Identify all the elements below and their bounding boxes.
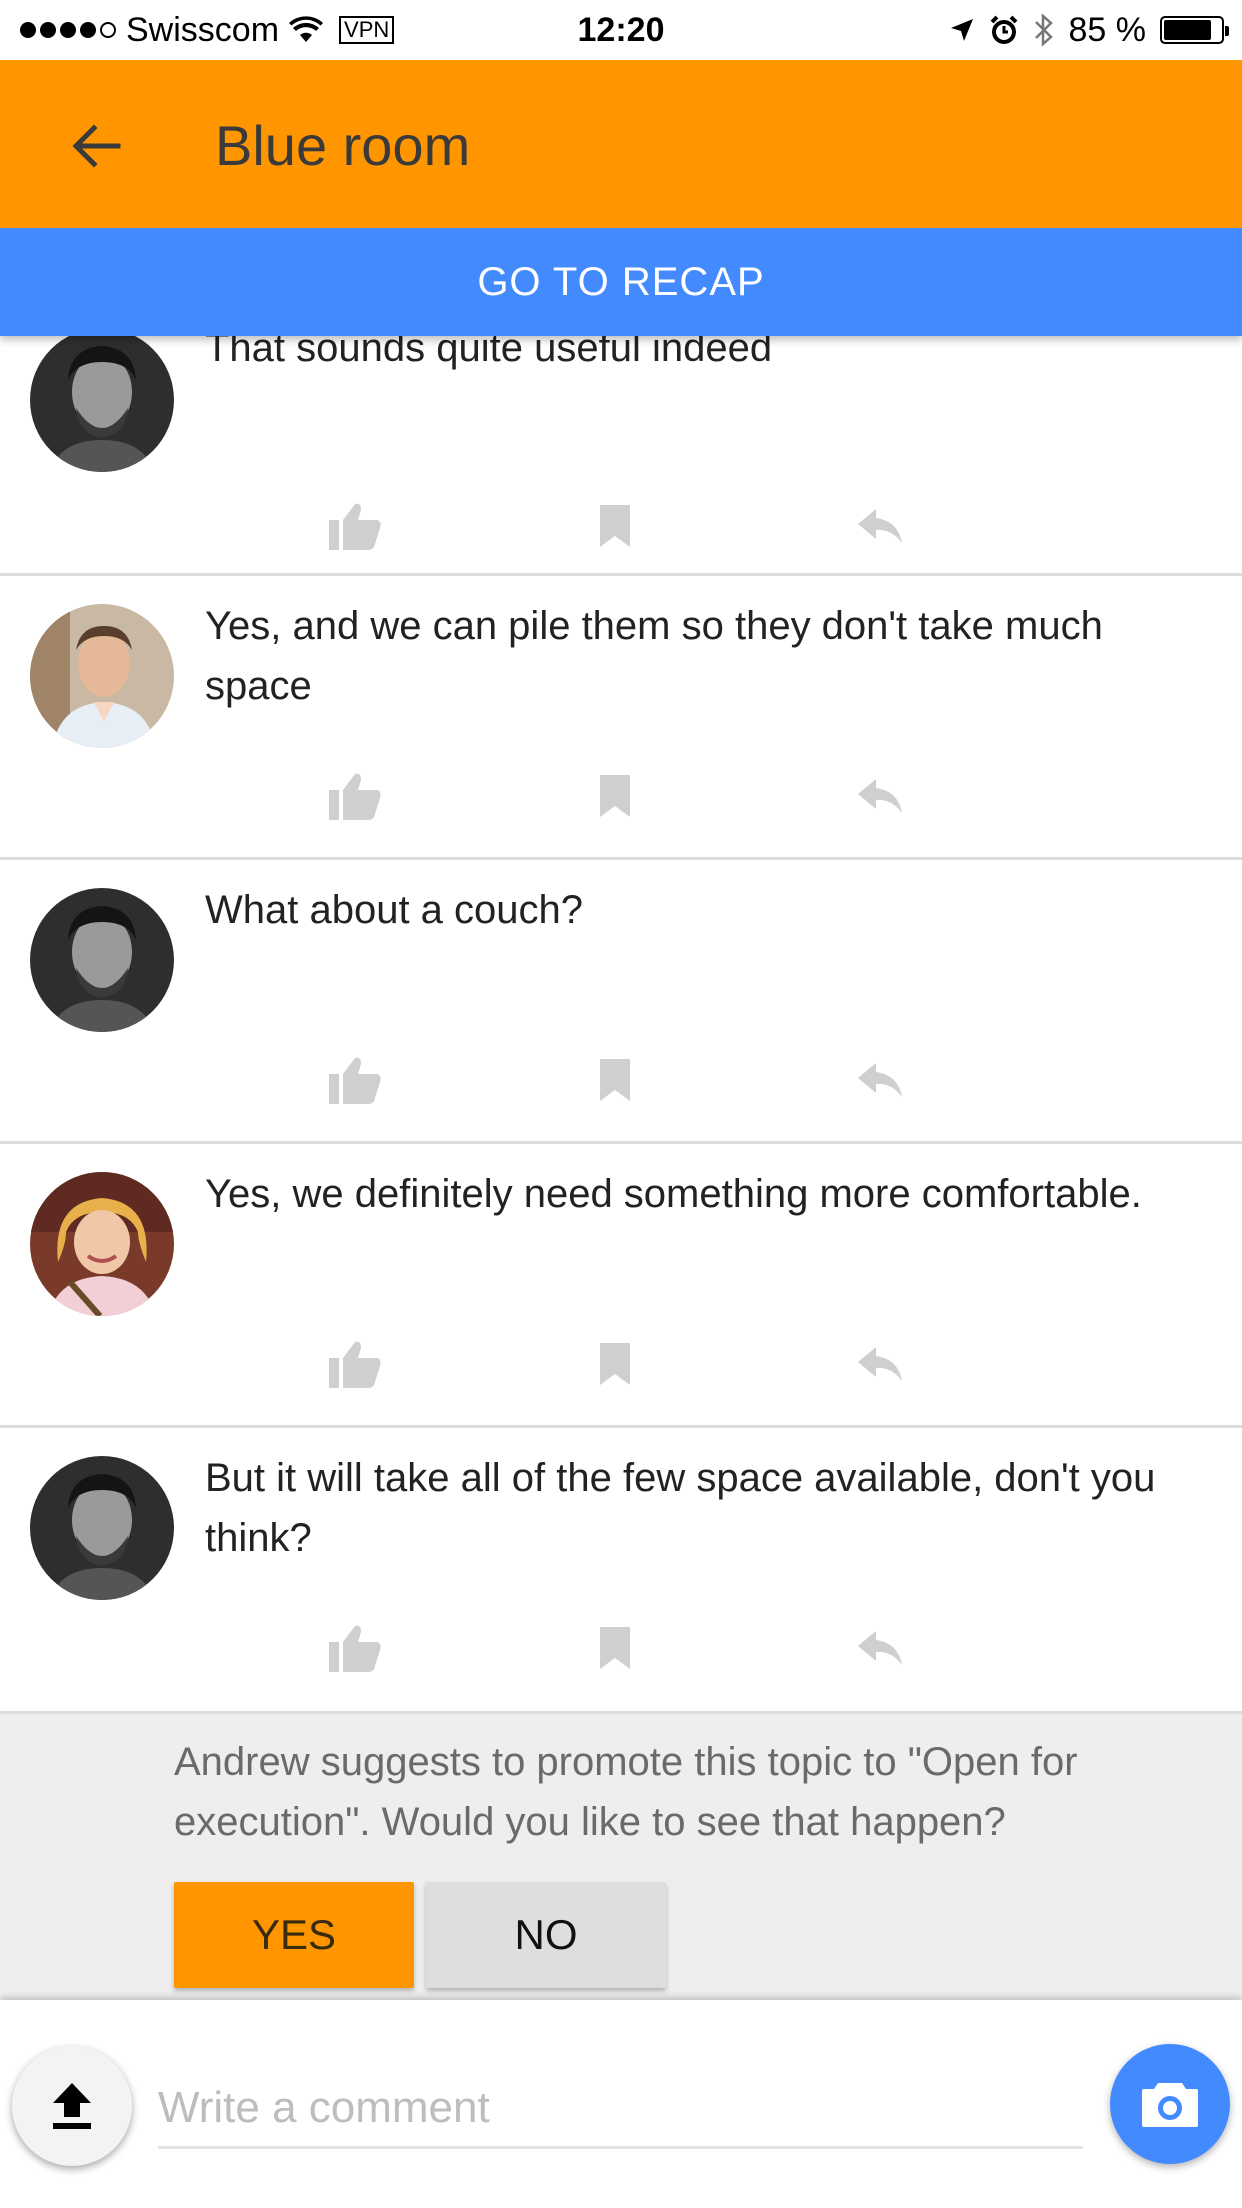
arrow-back-icon: [72, 124, 121, 168]
bookmark-button[interactable]: [580, 1334, 650, 1394]
avatar[interactable]: [30, 888, 174, 1032]
comment-item: What about a couch?: [0, 860, 1242, 1144]
bookmark-button[interactable]: [580, 1618, 650, 1678]
status-right: 85 %: [949, 10, 1229, 50]
bookmark-button[interactable]: [580, 496, 650, 556]
bookmark-icon: [600, 505, 630, 547]
comment-item: Yes, and we can pile them so they don't …: [0, 576, 1242, 860]
avatar[interactable]: [30, 328, 174, 472]
camera-button[interactable]: [1110, 2044, 1230, 2164]
comment-text: Yes, and we can pile them so they don't …: [205, 604, 1103, 708]
comment-actions: [0, 766, 1242, 826]
upload-icon: [53, 2083, 91, 2129]
bookmark-icon: [600, 1343, 630, 1385]
reply-icon: [858, 509, 902, 543]
camera-icon: [1142, 2083, 1198, 2127]
go-to-recap-button[interactable]: GO TO RECAP: [0, 228, 1242, 336]
thumb-up-icon: [329, 1057, 381, 1104]
bookmark-button[interactable]: [580, 766, 650, 826]
like-button[interactable]: [320, 1618, 390, 1678]
comment-item: But it will take all of the few space av…: [0, 1428, 1242, 1714]
comment-actions: [0, 1618, 1242, 1678]
reply-button[interactable]: [845, 1334, 915, 1394]
reply-icon: [858, 1631, 902, 1665]
avatar[interactable]: [30, 1172, 174, 1316]
reply-button[interactable]: [845, 1618, 915, 1678]
like-button[interactable]: [320, 496, 390, 556]
like-button[interactable]: [320, 1050, 390, 1110]
comment-actions: [0, 496, 1242, 556]
comment-text: What about a couch?: [205, 888, 584, 932]
comment-actions: [0, 1334, 1242, 1394]
location-arrow-icon: [950, 19, 973, 41]
bookmark-icon: [600, 1059, 630, 1101]
reply-button[interactable]: [845, 766, 915, 826]
thumb-up-icon: [329, 1625, 381, 1672]
no-button[interactable]: NO: [426, 1882, 666, 1988]
thumb-up-icon: [329, 773, 381, 820]
reply-icon: [858, 1347, 902, 1381]
like-button[interactable]: [320, 766, 390, 826]
yes-button[interactable]: YES: [174, 1882, 414, 1988]
avatar[interactable]: [30, 1456, 174, 1600]
bookmark-button[interactable]: [580, 1050, 650, 1110]
alarm-icon: [990, 15, 1017, 44]
battery-level: [1164, 20, 1211, 40]
battery-icon: [1160, 16, 1229, 44]
page-title: Blue room: [215, 114, 471, 177]
screen: Swisscom VPN 12:20 85 % Blue room GO TO …: [0, 0, 1242, 2208]
comment-actions: [0, 1050, 1242, 1110]
bookmark-icon: [600, 1627, 630, 1669]
comment-text: But it will take all of the few space av…: [205, 1456, 1156, 1560]
app-bar: Blue room: [0, 60, 1242, 228]
reply-button[interactable]: [845, 496, 915, 556]
back-button[interactable]: [60, 110, 132, 182]
status-bar: Swisscom VPN 12:20 85 %: [0, 0, 1242, 60]
thumb-up-icon: [329, 503, 381, 550]
bluetooth-icon: [1034, 13, 1053, 47]
reply-icon: [858, 779, 902, 813]
comment-composer: [0, 2000, 1242, 2208]
comment-item: Yes, we definitely need something more c…: [0, 1144, 1242, 1428]
upload-button[interactable]: [12, 2046, 132, 2166]
like-button[interactable]: [320, 1334, 390, 1394]
thumb-up-icon: [329, 1341, 381, 1388]
battery-percent: 85 %: [1068, 10, 1147, 49]
promotion-suggestion: Andrew suggests to promote this topic to…: [0, 1714, 1242, 2000]
comment-input[interactable]: [158, 2070, 1083, 2149]
suggestion-text: Andrew suggests to promote this topic to…: [174, 1740, 1078, 1844]
reply-button[interactable]: [845, 1050, 915, 1110]
avatar[interactable]: [30, 604, 174, 748]
bookmark-icon: [600, 775, 630, 817]
comment-text: Yes, we definitely need something more c…: [205, 1172, 1142, 1216]
reply-icon: [858, 1063, 902, 1097]
